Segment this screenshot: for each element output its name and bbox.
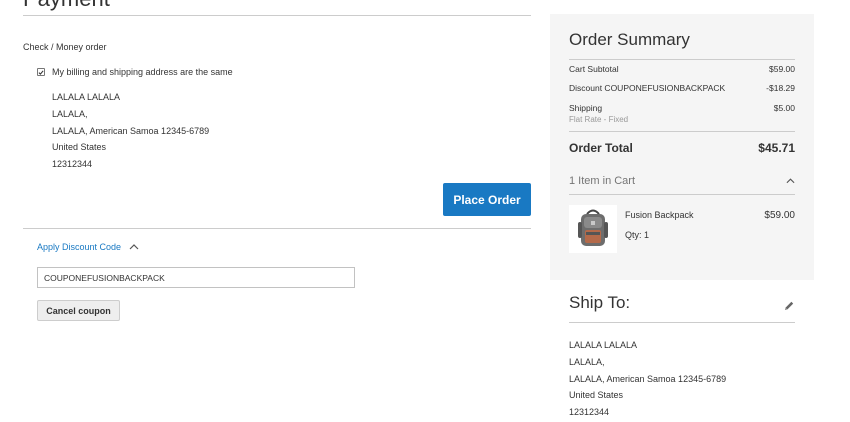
- billing-address-line: LALALA, American Samoa 12345-6789: [52, 125, 210, 136]
- subtotal-row: Cart Subtotal $59.00: [569, 64, 795, 74]
- billing-address-line: 12312344: [52, 159, 93, 170]
- shipping-address-line: LALALA LALALA: [569, 340, 638, 350]
- shipping-address-line: LALALA,: [569, 356, 605, 367]
- discount-label: Discount COUPONEFUSIONBACKPACK: [569, 83, 726, 93]
- order-total-value: $45.71: [758, 141, 795, 155]
- order-summary-title: Order Summary: [569, 30, 690, 49]
- shipping-label: Shipping: [569, 103, 603, 113]
- items-in-cart-toggle[interactable]: 1 Item in Cart: [569, 175, 795, 187]
- payment-title: Payment: [23, 0, 110, 12]
- chevron-up-icon[interactable]: [786, 178, 795, 184]
- payment-divider: [23, 15, 531, 16]
- same-address-row[interactable]: My billing and shipping address are the …: [37, 67, 233, 77]
- payment-method-label: Check / Money order: [23, 42, 107, 52]
- pencil-icon[interactable]: [783, 300, 795, 312]
- subtotal-value: $59.00: [769, 64, 795, 74]
- shipping-address: LALALA LALALA LALALA, LALALA, American S…: [569, 337, 726, 421]
- discount-value: -$18.29: [766, 83, 795, 93]
- order-summary-panel: Order Summary Cart Subtotal $59.00 Disco…: [550, 14, 814, 280]
- items-in-cart-label[interactable]: 1 Item in Cart: [569, 175, 635, 187]
- same-address-checkbox[interactable]: [37, 68, 45, 76]
- backpack-image: [578, 209, 608, 246]
- shipping-address-line: United States: [569, 390, 624, 401]
- apply-discount-toggle[interactable]: Apply Discount Code: [37, 242, 139, 252]
- ship-to-title: Ship To:: [569, 293, 631, 312]
- order-total-row: Order Total $45.71: [569, 141, 795, 155]
- shipping-address-line: LALALA, American Samoa 12345-6789: [569, 373, 727, 384]
- billing-address: LALALA LALALA LALALA, LALALA, American S…: [52, 89, 209, 173]
- billing-address-line: LALALA,: [52, 108, 88, 119]
- billing-address-line: LALALA LALALA: [52, 92, 121, 102]
- shipping-value: $5.00: [773, 103, 795, 113]
- apply-discount-label[interactable]: Apply Discount Code: [37, 242, 121, 252]
- place-order-button[interactable]: Place Order: [443, 183, 531, 216]
- shipping-address-line: 12312344: [569, 407, 610, 418]
- discount-divider: [23, 228, 531, 229]
- discount-row: Discount COUPONEFUSIONBACKPACK -$18.29: [569, 83, 795, 93]
- billing-address-line: United States: [52, 142, 107, 153]
- cancel-coupon-button[interactable]: Cancel coupon: [37, 300, 120, 321]
- subtotal-label: Cart Subtotal: [569, 64, 619, 74]
- order-total-label: Order Total: [569, 141, 633, 155]
- discount-code-input[interactable]: [37, 267, 355, 288]
- checkmark-icon: [38, 69, 44, 75]
- total-divider: [569, 131, 795, 132]
- product-name: Fusion Backpack: [625, 210, 694, 220]
- summary-divider: [569, 59, 795, 60]
- shipping-method: Flat Rate - Fixed: [569, 115, 629, 124]
- same-address-label: My billing and shipping address are the …: [52, 67, 233, 77]
- product-thumbnail: [569, 205, 617, 253]
- ship-to-divider: [569, 322, 795, 323]
- product-price: $59.00: [764, 210, 795, 221]
- product-qty: Qty: 1: [625, 230, 650, 240]
- chevron-up-icon[interactable]: [129, 244, 139, 250]
- shipping-row: Shipping Flat Rate - Fixed $5.00: [569, 103, 795, 124]
- items-divider: [569, 194, 795, 195]
